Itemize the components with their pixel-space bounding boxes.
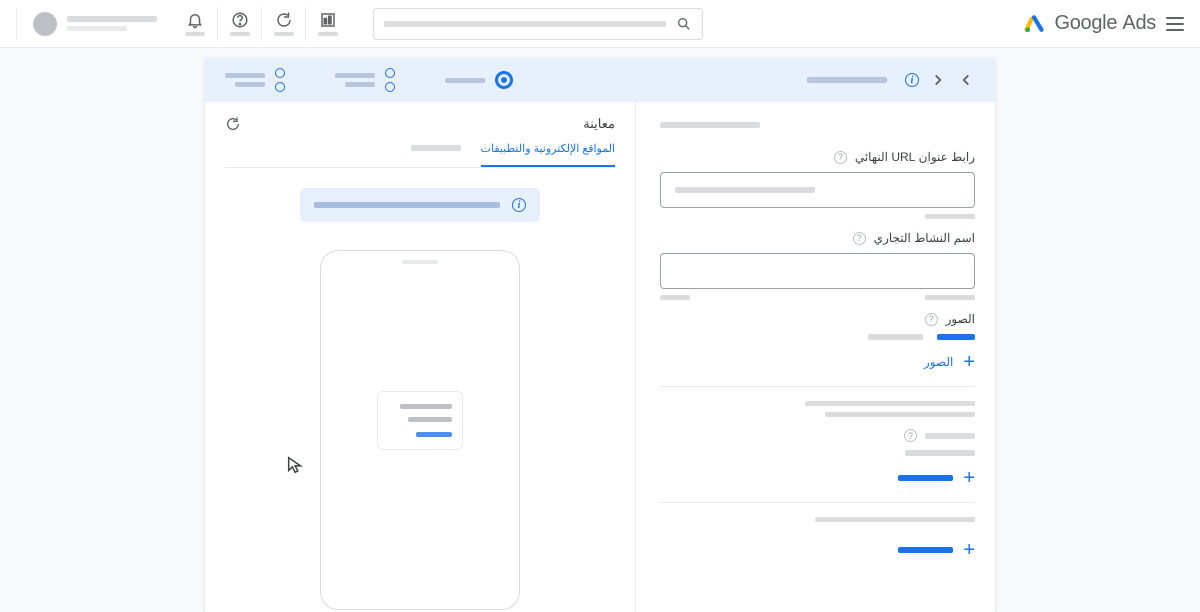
preview-tabs: المواقع الإلكترونية والتطبيقات [225, 142, 615, 168]
refresh-preview-icon[interactable] [225, 116, 241, 132]
search-placeholder [384, 21, 666, 27]
avatar-icon [33, 12, 57, 36]
help-icon[interactable]: ? [925, 313, 938, 326]
plus-icon: + [963, 540, 975, 560]
field-final-url: رابط عنوان URL النهائي? [660, 150, 975, 219]
help-icon[interactable]: ? [904, 429, 917, 442]
main-panel: i رابط عنوان URL النهائي? اسم النشاط ا [205, 58, 995, 612]
help-icon[interactable]: ? [834, 151, 847, 164]
field-generic-1: ? + [660, 429, 975, 522]
preview-info-banner: i [300, 188, 540, 222]
tab-secondary[interactable] [411, 142, 461, 167]
form-column: رابط عنوان URL النهائي? اسم النشاط التجا… [635, 102, 995, 612]
ad-preview-card [377, 391, 463, 450]
add-images-button[interactable]: +الصور [660, 346, 975, 378]
google-ads-logo-icon [1024, 14, 1044, 34]
chevron-right-icon[interactable] [929, 71, 947, 89]
logo-area: Google Ads [1024, 12, 1184, 35]
cursor-icon [285, 454, 307, 476]
search-icon [676, 16, 692, 32]
info-icon: i [512, 198, 526, 212]
preview-title: معاينة [583, 116, 615, 132]
field-label: اسم النشاط التجاري [874, 231, 975, 245]
field-images: الصور? +الصور [660, 312, 975, 417]
help-icon[interactable]: ? [853, 232, 866, 245]
info-icon[interactable]: i [905, 73, 919, 87]
field-generic-2: + [660, 534, 975, 566]
add-item-button[interactable]: + [660, 534, 975, 566]
brand-text: Google Ads [1054, 12, 1156, 35]
stepper-step[interactable] [335, 68, 395, 92]
refresh-button[interactable] [261, 7, 305, 41]
preview-column: معاينة المواقع الإلكترونية والتطبيقات i [205, 102, 635, 612]
top-bar: Google Ads [0, 0, 1200, 48]
toolbar-icons [173, 7, 349, 41]
phone-preview-frame [320, 250, 520, 610]
plus-icon: + [963, 468, 975, 488]
final-url-input[interactable] [660, 172, 975, 208]
stepper-bar: i [205, 58, 995, 102]
field-business-name: اسم النشاط التجاري? [660, 231, 975, 300]
stepper-step[interactable] [225, 68, 285, 92]
search-input[interactable] [373, 8, 703, 40]
tab-websites-apps[interactable]: المواقع الإلكترونية والتطبيقات [481, 142, 615, 167]
help-button[interactable] [217, 7, 261, 41]
business-name-input[interactable] [660, 253, 975, 289]
field-label: رابط عنوان URL النهائي [855, 150, 975, 164]
reports-button[interactable] [305, 7, 349, 41]
stepper-step-current[interactable] [445, 71, 513, 89]
field-label: الصور [946, 312, 975, 326]
account-chip[interactable] [16, 8, 157, 40]
notifications-button[interactable] [173, 7, 217, 41]
add-item-button[interactable]: + [660, 462, 975, 494]
chevron-left-icon[interactable] [957, 71, 975, 89]
hamburger-menu-icon[interactable] [1166, 17, 1184, 31]
plus-icon: + [963, 352, 975, 372]
